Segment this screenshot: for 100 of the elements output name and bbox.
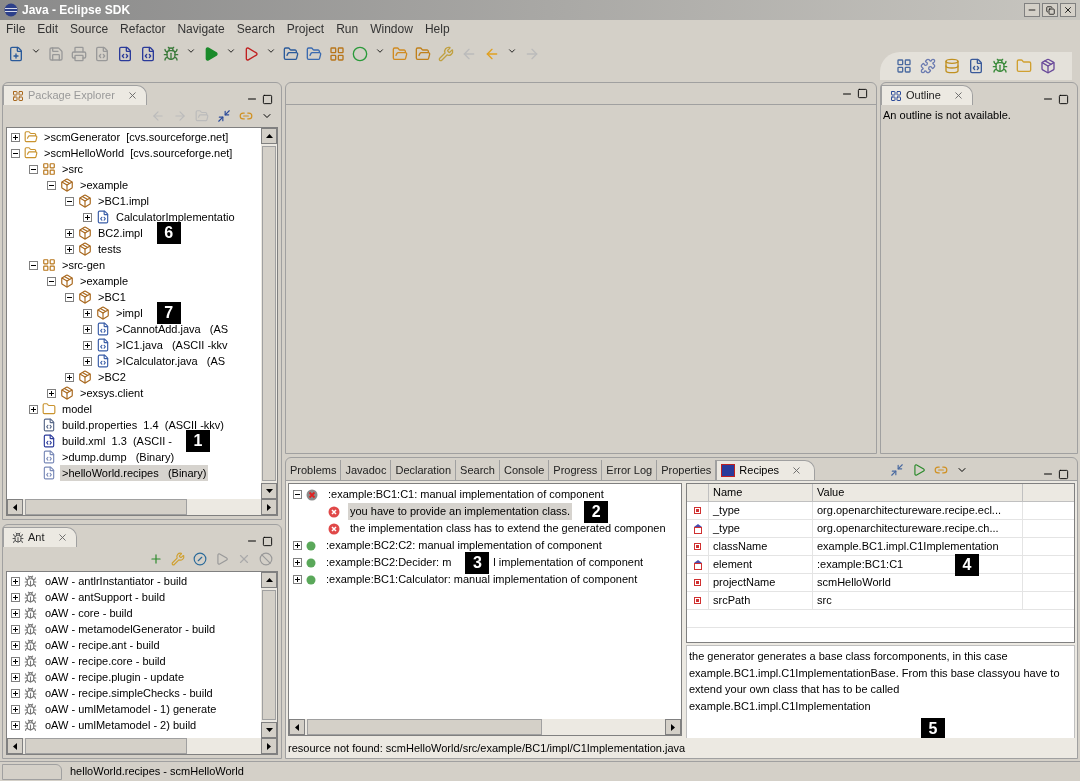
tree-item[interactable]: oAW - recipe.plugin - update — [45, 668, 184, 686]
debug-icon[interactable] — [163, 46, 179, 62]
vertical-scrollbar[interactable] — [261, 128, 277, 499]
scroll-left-icon[interactable] — [295, 723, 299, 731]
tree-item[interactable]: oAW - core - build — [45, 604, 133, 622]
menu-item[interactable]: File — [6, 20, 26, 38]
menu-item[interactable]: Run — [336, 20, 359, 38]
tree-item[interactable]: >src-gen — [60, 256, 108, 274]
close-icon[interactable] — [952, 90, 964, 101]
plugin-icon[interactable] — [920, 58, 936, 74]
tree-item[interactable]: build.xml 1.3 (ASCII - — [60, 432, 175, 450]
expand-icon[interactable] — [29, 404, 38, 414]
tree-item[interactable]: oAW - antlrInstantiator - build — [45, 572, 188, 590]
expand-icon[interactable] — [65, 372, 74, 382]
tree-item[interactable]: oAW - metamodelGenerator - build — [45, 620, 216, 638]
tree-item[interactable]: >BC1.impl — [96, 192, 152, 210]
expand-icon[interactable] — [65, 244, 74, 254]
tree-item[interactable]: model — [60, 400, 94, 418]
horizontal-scrollbar[interactable] — [7, 738, 277, 754]
run-checks-icon[interactable] — [911, 463, 926, 477]
expand-icon[interactable] — [11, 132, 20, 142]
tree-item[interactable]: >impl — [114, 304, 145, 322]
expand-icon[interactable] — [293, 558, 302, 567]
tree-item[interactable]: oAW - recipe.core - build — [45, 652, 166, 670]
tree-item[interactable]: >helloWorld.recipes (Binary) — [60, 464, 209, 482]
panel-tab[interactable]: Recipes — [716, 460, 816, 480]
expand-icon[interactable] — [47, 388, 56, 398]
close-icon[interactable] — [126, 90, 138, 101]
expand-icon[interactable] — [11, 640, 20, 650]
expand-icon[interactable] — [83, 324, 92, 334]
collapse-all-icon[interactable] — [217, 109, 231, 123]
tree-item[interactable]: >example — [78, 176, 130, 194]
expand-icon[interactable] — [11, 656, 20, 666]
tree-item[interactable]: oAW - umlMetamodel - 1) generate — [45, 700, 217, 718]
collapse-icon[interactable] — [29, 164, 38, 174]
close-icon[interactable] — [56, 532, 68, 543]
restore-button[interactable] — [1042, 3, 1058, 17]
expand-icon[interactable] — [293, 541, 302, 550]
scroll-up-icon[interactable] — [265, 134, 273, 138]
tree-item[interactable]: >BC1 — [96, 288, 128, 306]
horizontal-scrollbar[interactable] — [289, 719, 681, 735]
tree-item[interactable]: :example:BC1:Calculator: manual implementation of component — [324, 571, 640, 588]
menu-item[interactable]: Edit — [37, 20, 59, 38]
horizontal-scrollbar[interactable] — [7, 499, 277, 515]
tree-item[interactable]: :example:BC2:C2: manual implementation of component — [324, 537, 604, 554]
collapse-icon[interactable] — [47, 276, 56, 286]
close-icon[interactable] — [791, 465, 803, 476]
tree-item[interactable]: the implementation class has to extend the generated componen — [348, 520, 668, 537]
tree-item[interactable]: tests — [96, 240, 124, 258]
tree-item[interactable]: BC2.impl — [96, 224, 145, 242]
tree-item[interactable]: :example:BC2:Decider: m — [324, 554, 454, 571]
new-file-icon[interactable] — [8, 46, 24, 62]
scroll-left-icon[interactable] — [13, 503, 17, 511]
tree-item[interactable]: >example — [78, 272, 130, 290]
expand-icon[interactable] — [11, 592, 20, 602]
collapse-icon[interactable] — [47, 180, 56, 190]
expand-icon[interactable] — [83, 340, 92, 350]
expand-icon[interactable] — [11, 624, 20, 634]
view-tab[interactable]: Outline — [881, 85, 973, 105]
perspective-icon[interactable] — [896, 58, 912, 74]
menu-item[interactable]: Project — [286, 20, 325, 38]
expand-icon[interactable] — [293, 575, 302, 584]
tree-item[interactable]: >IC1.java (ASCII -kkv — [114, 336, 230, 354]
close-button[interactable] — [1060, 3, 1076, 17]
menu-item[interactable]: Search — [236, 20, 275, 38]
expand-icon[interactable] — [65, 228, 74, 238]
maximize-icon[interactable] — [1058, 468, 1069, 480]
tree-item[interactable]: >dump.dump (Binary) — [60, 448, 177, 466]
column-header[interactable]: Name — [709, 484, 813, 501]
maximize-icon[interactable] — [262, 93, 273, 105]
column-header[interactable]: Value — [813, 484, 1023, 501]
expand-icon[interactable] — [11, 672, 20, 682]
expand-icon[interactable] — [11, 720, 20, 730]
tree-item[interactable]: oAW - umlMetamodel - 2) build — [45, 716, 197, 734]
expand-icon[interactable] — [11, 704, 20, 714]
menu-item[interactable]: Refactor — [120, 20, 166, 38]
tree-item[interactable]: you have to provide an implementation class. — [348, 503, 573, 520]
tree-item[interactable]: oAW - recipe.ant - build — [45, 636, 160, 654]
external-run-icon[interactable] — [243, 46, 259, 62]
tree-item[interactable]: >BC2 — [96, 368, 128, 386]
expand-icon[interactable] — [11, 608, 20, 618]
expand-icon[interactable] — [83, 308, 92, 318]
tree-item[interactable]: >scmHelloWorld [cvs.sourceforge.net] — [42, 144, 235, 162]
tree-item[interactable]: >src — [60, 160, 86, 178]
scroll-right-icon[interactable] — [267, 503, 271, 511]
scroll-right-icon[interactable] — [671, 723, 675, 731]
tree-item[interactable]: >ICalculator.java (AS — [114, 352, 228, 370]
expand-icon[interactable] — [83, 212, 92, 222]
collapse-icon[interactable] — [65, 196, 74, 206]
scroll-down-icon[interactable] — [265, 728, 273, 732]
tree-item[interactable]: oAW - recipe.simpleChecks - build — [45, 684, 213, 702]
scroll-up-icon[interactable] — [265, 578, 273, 582]
menu-item[interactable]: Navigate — [177, 20, 225, 38]
collapse-icon[interactable] — [293, 490, 302, 499]
tree-item[interactable]: :example:BC1:C1: manual implementation of component — [326, 486, 606, 503]
tree-item[interactable]: >scmGenerator [cvs.sourceforge.net] — [42, 128, 231, 146]
collapse-icon[interactable] — [65, 292, 74, 302]
maximize-icon[interactable] — [857, 88, 868, 99]
minimize-button[interactable] — [1024, 3, 1040, 17]
tree-item[interactable]: >exsys.client — [78, 384, 146, 402]
